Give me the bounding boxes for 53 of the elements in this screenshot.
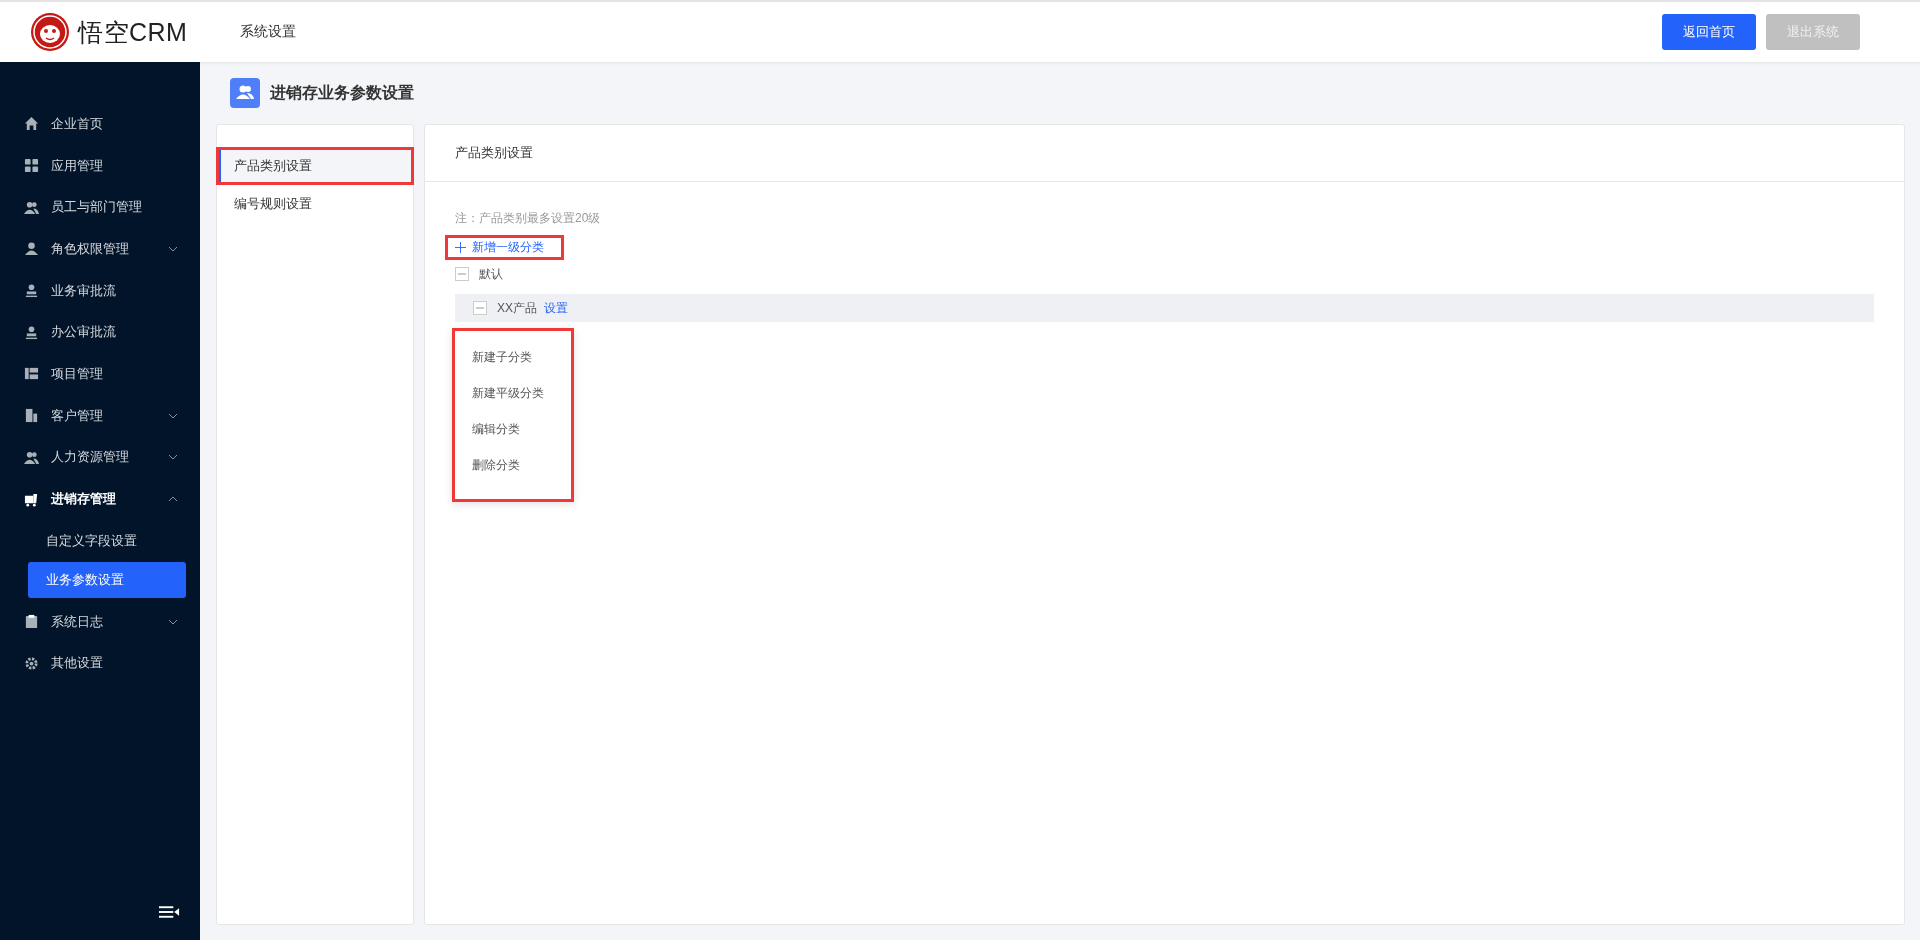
building-icon [24,408,39,424]
clipboard-icon [24,614,39,630]
settings-nav-item[interactable]: 编号规则设置 [219,188,411,220]
menu-item[interactable]: 新建子分类 [455,339,571,375]
page-title: 进销存业务参数设置 [270,82,414,103]
board-icon [24,366,39,382]
sidebar-item[interactable]: 应用管理 [0,144,200,187]
sidebar-item[interactable]: 系统日志 [0,600,200,643]
chevron-down-icon [168,618,178,625]
people-icon [24,199,39,215]
sidebar-item[interactable]: 员工与部门管理 [0,186,200,229]
person-stamp-icon [24,283,39,299]
chevron-down-icon [168,454,178,461]
plus-icon [455,242,466,253]
people-icon [24,449,39,465]
sidebar-item[interactable]: 角色权限管理 [0,228,200,270]
home-icon [24,116,39,132]
home-button[interactable]: 返回首页 [1662,14,1756,50]
panel-title: 产品类别设置 [455,144,533,162]
person-stamp-icon [24,324,39,340]
sidebar-subitem[interactable]: 业务参数设置 [28,561,186,598]
sidebar-item[interactable]: 业务审批流 [0,269,200,312]
chevron-down-icon [168,412,178,419]
sidebar-subitem[interactable]: 自定义字段设置 [28,522,186,559]
add-category-button[interactable]: 新增一级分类 [445,235,564,260]
settings-link[interactable]: 设置 [544,299,568,317]
sidebar-item[interactable]: 项目管理 [0,353,200,395]
tree-node-label[interactable]: XX产品 [497,299,537,317]
sidebar-item[interactable]: 办公审批流 [0,311,200,354]
menu-item[interactable]: 新建平级分类 [455,375,571,411]
grid-icon [24,158,39,174]
menu-item[interactable]: 删除分类 [455,447,571,483]
sidebar-item[interactable]: 其他设置 [0,642,200,685]
chevron-down-icon [168,245,178,252]
logo-text: 悟空CRM [78,16,188,48]
monkey-logo-icon [30,12,70,52]
sidebar-item[interactable]: 企业首页 [0,103,200,145]
person-icon [24,241,39,257]
menu-item[interactable]: 编辑分类 [455,411,571,447]
settings-nav-item[interactable]: 产品类别设置 [219,150,411,182]
cart-icon [24,491,39,507]
chevron-up-icon [168,496,178,503]
collapse-icon[interactable] [455,267,469,281]
collapse-menu-icon[interactable] [159,906,180,918]
people-icon [230,78,260,108]
gear-icon [24,655,39,671]
header-title: 系统设置 [240,23,296,41]
collapse-icon[interactable] [473,301,487,315]
sidebar-item[interactable]: 人力资源管理 [0,436,200,479]
sidebar-item[interactable]: 客户管理 [0,394,200,437]
sidebar-item[interactable]: 进销存管理 [0,478,200,520]
note-text: 注：产品类别最多设置20级 [455,210,602,227]
tree-node-label[interactable]: 默认 [479,265,503,283]
